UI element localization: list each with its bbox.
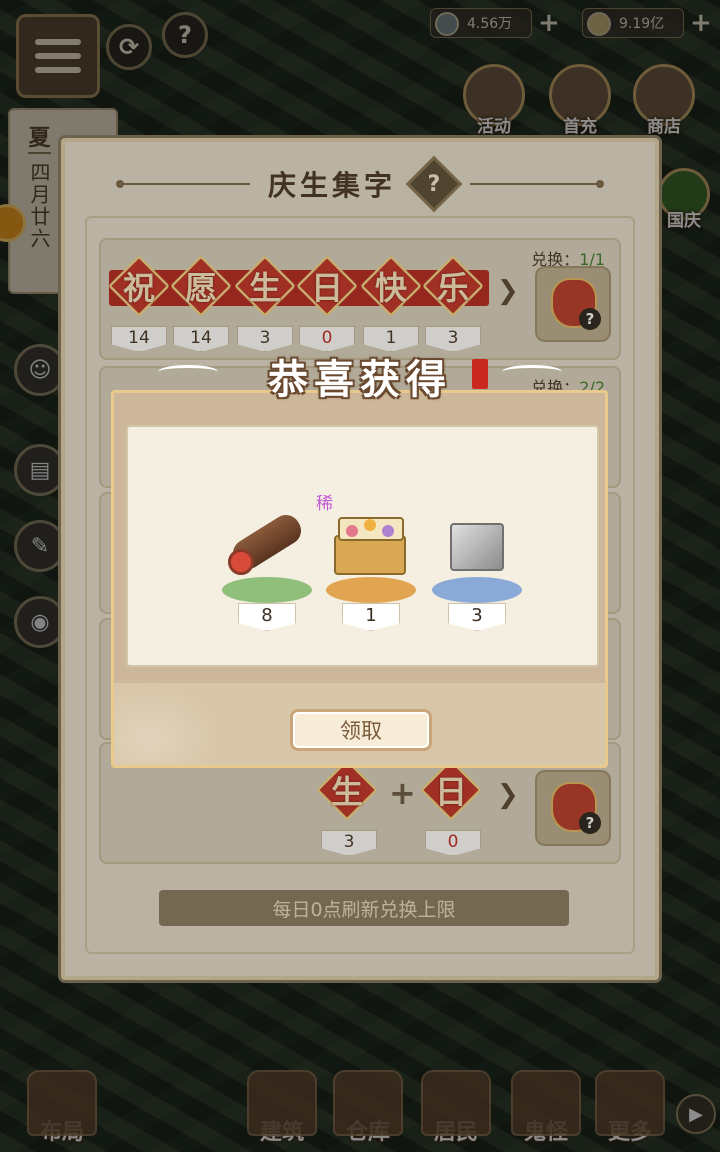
reward-item-stone[interactable]: 3 (430, 505, 526, 635)
popup-title: 恭喜获得 (268, 357, 452, 403)
flower-decoration (364, 519, 376, 531)
popup-title-band: 恭喜获得 (158, 357, 562, 415)
treasure-box-icon (334, 535, 406, 575)
item-plate (222, 577, 312, 603)
item-count: 1 (342, 603, 400, 631)
flower-decoration (382, 525, 394, 537)
red-seal-stamp (472, 359, 488, 389)
reward-items-area: 8 稀 1 3 (126, 425, 599, 667)
item-plate (326, 577, 416, 603)
stone-block-icon (450, 523, 504, 571)
reward-item-log[interactable]: 8 (220, 505, 316, 635)
bamboo-decoration (114, 675, 234, 765)
log-end (228, 549, 254, 575)
rarity-tag: 稀 (316, 494, 333, 514)
claim-button[interactable]: 领取 (290, 709, 432, 751)
item-count: 3 (448, 603, 506, 631)
reward-popup: 恭喜获得 8 稀 1 3 领取 (111, 357, 608, 768)
reward-item-treasure-box[interactable]: 稀 1 (316, 494, 420, 635)
item-plate (432, 577, 522, 603)
flower-decoration (346, 525, 358, 537)
item-count: 8 (238, 603, 296, 631)
